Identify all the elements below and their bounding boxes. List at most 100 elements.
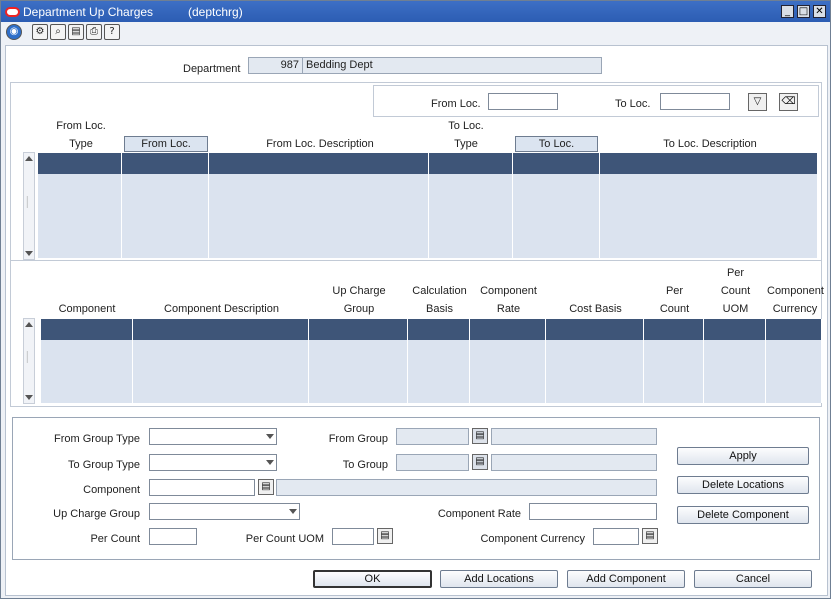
- table-cell[interactable]: [209, 195, 429, 216]
- component-input[interactable]: [149, 479, 255, 496]
- table-cell[interactable]: [429, 153, 513, 174]
- table-cell[interactable]: [122, 174, 209, 195]
- table-cell[interactable]: [766, 319, 822, 340]
- table-cell[interactable]: [513, 216, 600, 237]
- table-cell[interactable]: [38, 216, 122, 237]
- table-cell[interactable]: [209, 174, 429, 195]
- table-cell[interactable]: [309, 382, 408, 403]
- table-cell[interactable]: [546, 382, 644, 403]
- table-cell[interactable]: [408, 361, 470, 382]
- per-count-uom-list-icon[interactable]: ▤: [377, 528, 393, 544]
- ok-button[interactable]: OK: [313, 570, 432, 588]
- apply-button[interactable]: Apply: [677, 447, 809, 465]
- help-icon[interactable]: ?: [104, 24, 120, 40]
- table-cell[interactable]: [429, 195, 513, 216]
- table-cell[interactable]: [309, 361, 408, 382]
- table-cell[interactable]: [38, 237, 122, 258]
- table-cell[interactable]: [122, 195, 209, 216]
- table-cell[interactable]: [766, 361, 822, 382]
- clipboard-icon[interactable]: ▤: [68, 24, 84, 40]
- component-currency-input[interactable]: [593, 528, 639, 545]
- up-charge-group-select[interactable]: [149, 503, 300, 520]
- table-cell[interactable]: [644, 361, 704, 382]
- scroll-down-arrow-icon[interactable]: [25, 395, 33, 400]
- table-cell[interactable]: [704, 319, 766, 340]
- actions-icon[interactable]: ⚙: [32, 24, 48, 40]
- table-cell[interactable]: [41, 319, 133, 340]
- table-cell[interactable]: [209, 237, 429, 258]
- table-cell[interactable]: [429, 237, 513, 258]
- table-cell[interactable]: [470, 319, 546, 340]
- table-cell[interactable]: [122, 153, 209, 174]
- table-cell[interactable]: [309, 319, 408, 340]
- table-cell[interactable]: [408, 319, 470, 340]
- scroll-up-arrow-icon[interactable]: [25, 156, 33, 161]
- to-group-code-field[interactable]: [396, 454, 469, 471]
- table-cell[interactable]: [546, 361, 644, 382]
- minimize-button[interactable]: _: [781, 5, 794, 18]
- filter-icon[interactable]: ▽: [748, 93, 767, 111]
- col-to-loc-sort-button[interactable]: To Loc.: [515, 136, 598, 152]
- find-icon[interactable]: ⌕: [50, 24, 66, 40]
- table-cell[interactable]: [38, 195, 122, 216]
- close-button[interactable]: ✕: [813, 5, 826, 18]
- from-group-type-select[interactable]: [149, 428, 277, 445]
- table-cell[interactable]: [41, 361, 133, 382]
- table-cell[interactable]: [600, 216, 818, 237]
- cancel-button[interactable]: Cancel: [694, 570, 812, 588]
- table-cell[interactable]: [513, 153, 600, 174]
- table-cell[interactable]: [704, 361, 766, 382]
- table-cell[interactable]: [513, 174, 600, 195]
- add-locations-button[interactable]: Add Locations: [440, 570, 558, 588]
- table-cell[interactable]: [133, 382, 309, 403]
- table-cell[interactable]: [600, 195, 818, 216]
- filter-from-loc-input[interactable]: [488, 93, 558, 110]
- col-from-loc-sort-button[interactable]: From Loc.: [124, 136, 208, 152]
- table-cell[interactable]: [429, 174, 513, 195]
- globe-icon[interactable]: ◉: [6, 24, 22, 40]
- add-component-button[interactable]: Add Component: [567, 570, 685, 588]
- to-group-type-select[interactable]: [149, 454, 277, 471]
- delete-locations-button[interactable]: Delete Locations: [677, 476, 809, 494]
- table-cell[interactable]: [644, 340, 704, 361]
- table-cell[interactable]: [600, 237, 818, 258]
- component-rate-input[interactable]: [529, 503, 657, 520]
- table-cell[interactable]: [209, 216, 429, 237]
- table-cell[interactable]: [122, 216, 209, 237]
- table-cell[interactable]: [600, 153, 818, 174]
- table-cell[interactable]: [704, 340, 766, 361]
- table-cell[interactable]: [766, 340, 822, 361]
- table-cell[interactable]: [38, 153, 122, 174]
- scroll-up-arrow-icon[interactable]: [25, 322, 33, 327]
- eraser-icon[interactable]: ⌫: [779, 93, 798, 111]
- locations-scrollbar[interactable]: ⁝ ⁝: [23, 152, 35, 260]
- table-cell[interactable]: [766, 382, 822, 403]
- table-cell[interactable]: [133, 319, 309, 340]
- table-cell[interactable]: [644, 382, 704, 403]
- filter-to-loc-input[interactable]: [660, 93, 730, 110]
- restore-button[interactable]: □: [797, 5, 810, 18]
- table-cell[interactable]: [546, 319, 644, 340]
- table-cell[interactable]: [470, 361, 546, 382]
- table-cell[interactable]: [600, 174, 818, 195]
- table-cell[interactable]: [546, 340, 644, 361]
- scroll-grip-icon[interactable]: ⁝ ⁝: [26, 351, 29, 365]
- per-count-input[interactable]: [149, 528, 197, 545]
- table-cell[interactable]: [470, 382, 546, 403]
- table-cell[interactable]: [644, 319, 704, 340]
- table-cell[interactable]: [41, 340, 133, 361]
- from-group-code-field[interactable]: [396, 428, 469, 445]
- table-cell[interactable]: [122, 237, 209, 258]
- table-cell[interactable]: [41, 382, 133, 403]
- scroll-down-arrow-icon[interactable]: [25, 251, 33, 256]
- table-cell[interactable]: [133, 361, 309, 382]
- table-cell[interactable]: [133, 340, 309, 361]
- table-cell[interactable]: [429, 216, 513, 237]
- table-cell[interactable]: [704, 382, 766, 403]
- table-cell[interactable]: [38, 174, 122, 195]
- components-scrollbar[interactable]: ⁝ ⁝: [23, 318, 35, 404]
- component-list-icon[interactable]: ▤: [258, 479, 274, 495]
- from-group-list-icon[interactable]: ▤: [472, 428, 488, 444]
- table-cell[interactable]: [408, 340, 470, 361]
- table-cell[interactable]: [513, 237, 600, 258]
